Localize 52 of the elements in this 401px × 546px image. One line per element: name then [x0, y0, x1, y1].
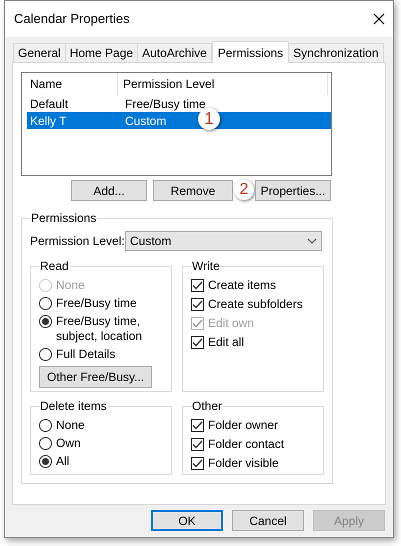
column-header[interactable]: Permission Level [118, 73, 328, 95]
button[interactable]: Remove [153, 180, 233, 201]
button[interactable]: Other Free/Busy... [39, 366, 152, 388]
tab[interactable]: General [13, 43, 66, 62]
window-title: Calendar Properties [14, 10, 130, 28]
group-title: Permissions [30, 210, 98, 227]
radio-label: None [56, 278, 85, 293]
group-title: Read [39, 258, 70, 275]
tab[interactable]: AutoArchive [137, 43, 212, 62]
callout-badge: 2 [234, 180, 254, 200]
checkbox[interactable] [191, 279, 204, 292]
radio-label: Full Details [56, 347, 116, 362]
chevron-down-icon [307, 238, 317, 244]
column-header[interactable]: Name [22, 73, 118, 95]
tab[interactable]: Home Page [64, 43, 138, 62]
group-title: Write [191, 258, 221, 275]
checkbox[interactable] [191, 438, 204, 451]
checkbox-label: Edit all [208, 335, 244, 350]
radio-button[interactable] [39, 297, 52, 310]
checkbox[interactable] [191, 419, 204, 432]
checkbox-label: Create subfolders [208, 297, 303, 312]
radio-label: None [56, 418, 85, 433]
checkbox[interactable] [191, 457, 204, 470]
checkbox[interactable] [191, 298, 204, 311]
radio-button[interactable] [39, 419, 52, 432]
button[interactable]: OK [151, 510, 223, 531]
radio-button[interactable] [39, 455, 52, 468]
permission-level-dropdown[interactable]: Custom [125, 231, 322, 251]
radio-button[interactable] [39, 437, 52, 450]
checkbox-label: Edit own [208, 316, 254, 331]
checkbox-label: Folder contact [208, 437, 284, 452]
radio-button[interactable] [39, 315, 52, 328]
checkbox[interactable] [191, 336, 204, 349]
group-title: Delete items [39, 398, 108, 415]
radio-label: Free/Busy time, subject, location [56, 314, 144, 344]
group-title: Other [191, 398, 224, 415]
radio-button[interactable] [39, 348, 52, 361]
button[interactable]: Cancel [232, 510, 304, 531]
checkbox-label: Folder visible [208, 456, 279, 471]
radio-label: Own [56, 436, 81, 451]
checkbox-label: Create items [208, 278, 276, 293]
callout-badge: 1 [198, 108, 220, 130]
tab[interactable]: Synchronization [288, 43, 384, 62]
field-label: Permission Level: [30, 233, 125, 250]
close-icon[interactable] [373, 13, 385, 25]
permission-list[interactable]: Name Permission Level Default Free/Busy time Kelly T Custom 1 [21, 72, 332, 176]
checkbox-label: Folder owner [208, 418, 278, 433]
tab[interactable]: Permissions [212, 41, 290, 63]
radio-label: All [56, 454, 70, 469]
button[interactable]: Properties... [255, 180, 331, 201]
radio-label: Free/Busy time [56, 296, 137, 311]
button[interactable]: Add... [71, 180, 147, 201]
